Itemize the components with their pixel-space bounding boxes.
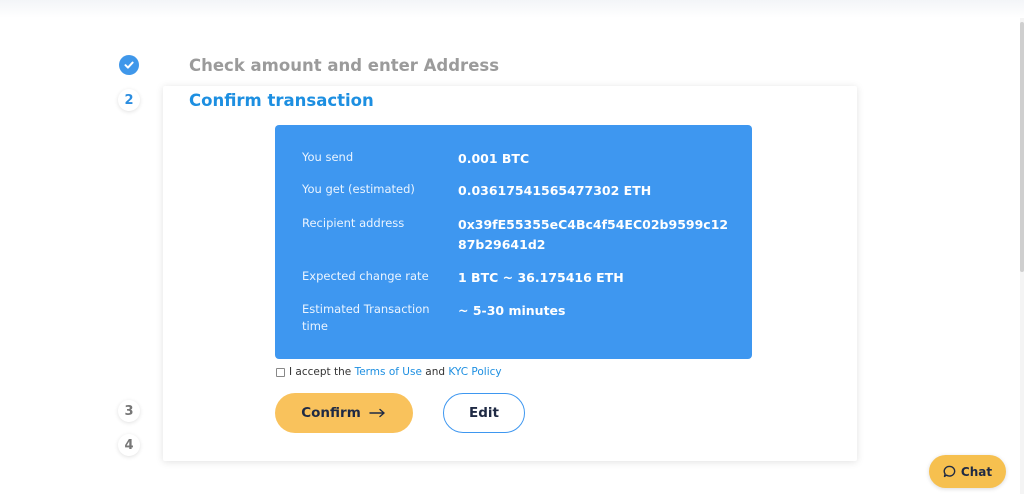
step4-number: 4 bbox=[118, 434, 140, 456]
step-completed-check-icon bbox=[119, 55, 139, 75]
step1-title[interactable]: Check amount and enter Address bbox=[189, 56, 499, 75]
accept-terms: I accept the Terms of Use and KYC Policy bbox=[276, 366, 502, 378]
chat-label: Chat bbox=[960, 464, 993, 479]
terms-of-use-link[interactable]: Terms of Use bbox=[355, 366, 422, 378]
accept-checkbox[interactable] bbox=[276, 367, 285, 377]
summary-value: 0x39fE55355eC4Bc4f54EC02b9599c1287b29641… bbox=[458, 217, 729, 252]
step2-title: Confirm transaction bbox=[189, 91, 374, 110]
step3-number: 3 bbox=[118, 400, 140, 422]
summary-label: Expected change rate bbox=[302, 269, 429, 283]
summary-label: You send bbox=[302, 150, 354, 164]
summary-value: ~ 5-30 minutes bbox=[458, 303, 566, 318]
edit-button-label: Edit bbox=[469, 405, 499, 421]
summary-value: 0.001 BTC bbox=[458, 151, 530, 166]
kyc-policy-link[interactable]: KYC Policy bbox=[448, 366, 501, 378]
step2-number: 2 bbox=[118, 89, 140, 111]
transaction-summary: You send 0.001 BTC You get (estimated) 0… bbox=[275, 125, 752, 359]
summary-label: You get (estimated) bbox=[302, 182, 415, 196]
chat-button[interactable]: Chat bbox=[929, 455, 1006, 488]
chat-bubble-icon bbox=[943, 465, 956, 478]
check-icon bbox=[124, 61, 134, 69]
scrollbar-thumb[interactable] bbox=[1020, 22, 1024, 272]
summary-value: 1 BTC ~ 36.175416 ETH bbox=[458, 270, 624, 285]
summary-label: Estimated Transaction time bbox=[302, 302, 430, 333]
accept-prefix: I accept the bbox=[289, 366, 352, 378]
arrow-right-icon bbox=[369, 408, 385, 418]
accept-and: and bbox=[425, 366, 446, 378]
summary-value: 0.03617541565477302 ETH bbox=[458, 183, 652, 198]
top-bar bbox=[0, 0, 1024, 18]
confirm-button-label: Confirm bbox=[301, 405, 361, 421]
confirm-button[interactable]: Confirm bbox=[275, 393, 413, 433]
edit-button[interactable]: Edit bbox=[443, 393, 525, 433]
summary-label: Recipient address bbox=[302, 216, 405, 230]
